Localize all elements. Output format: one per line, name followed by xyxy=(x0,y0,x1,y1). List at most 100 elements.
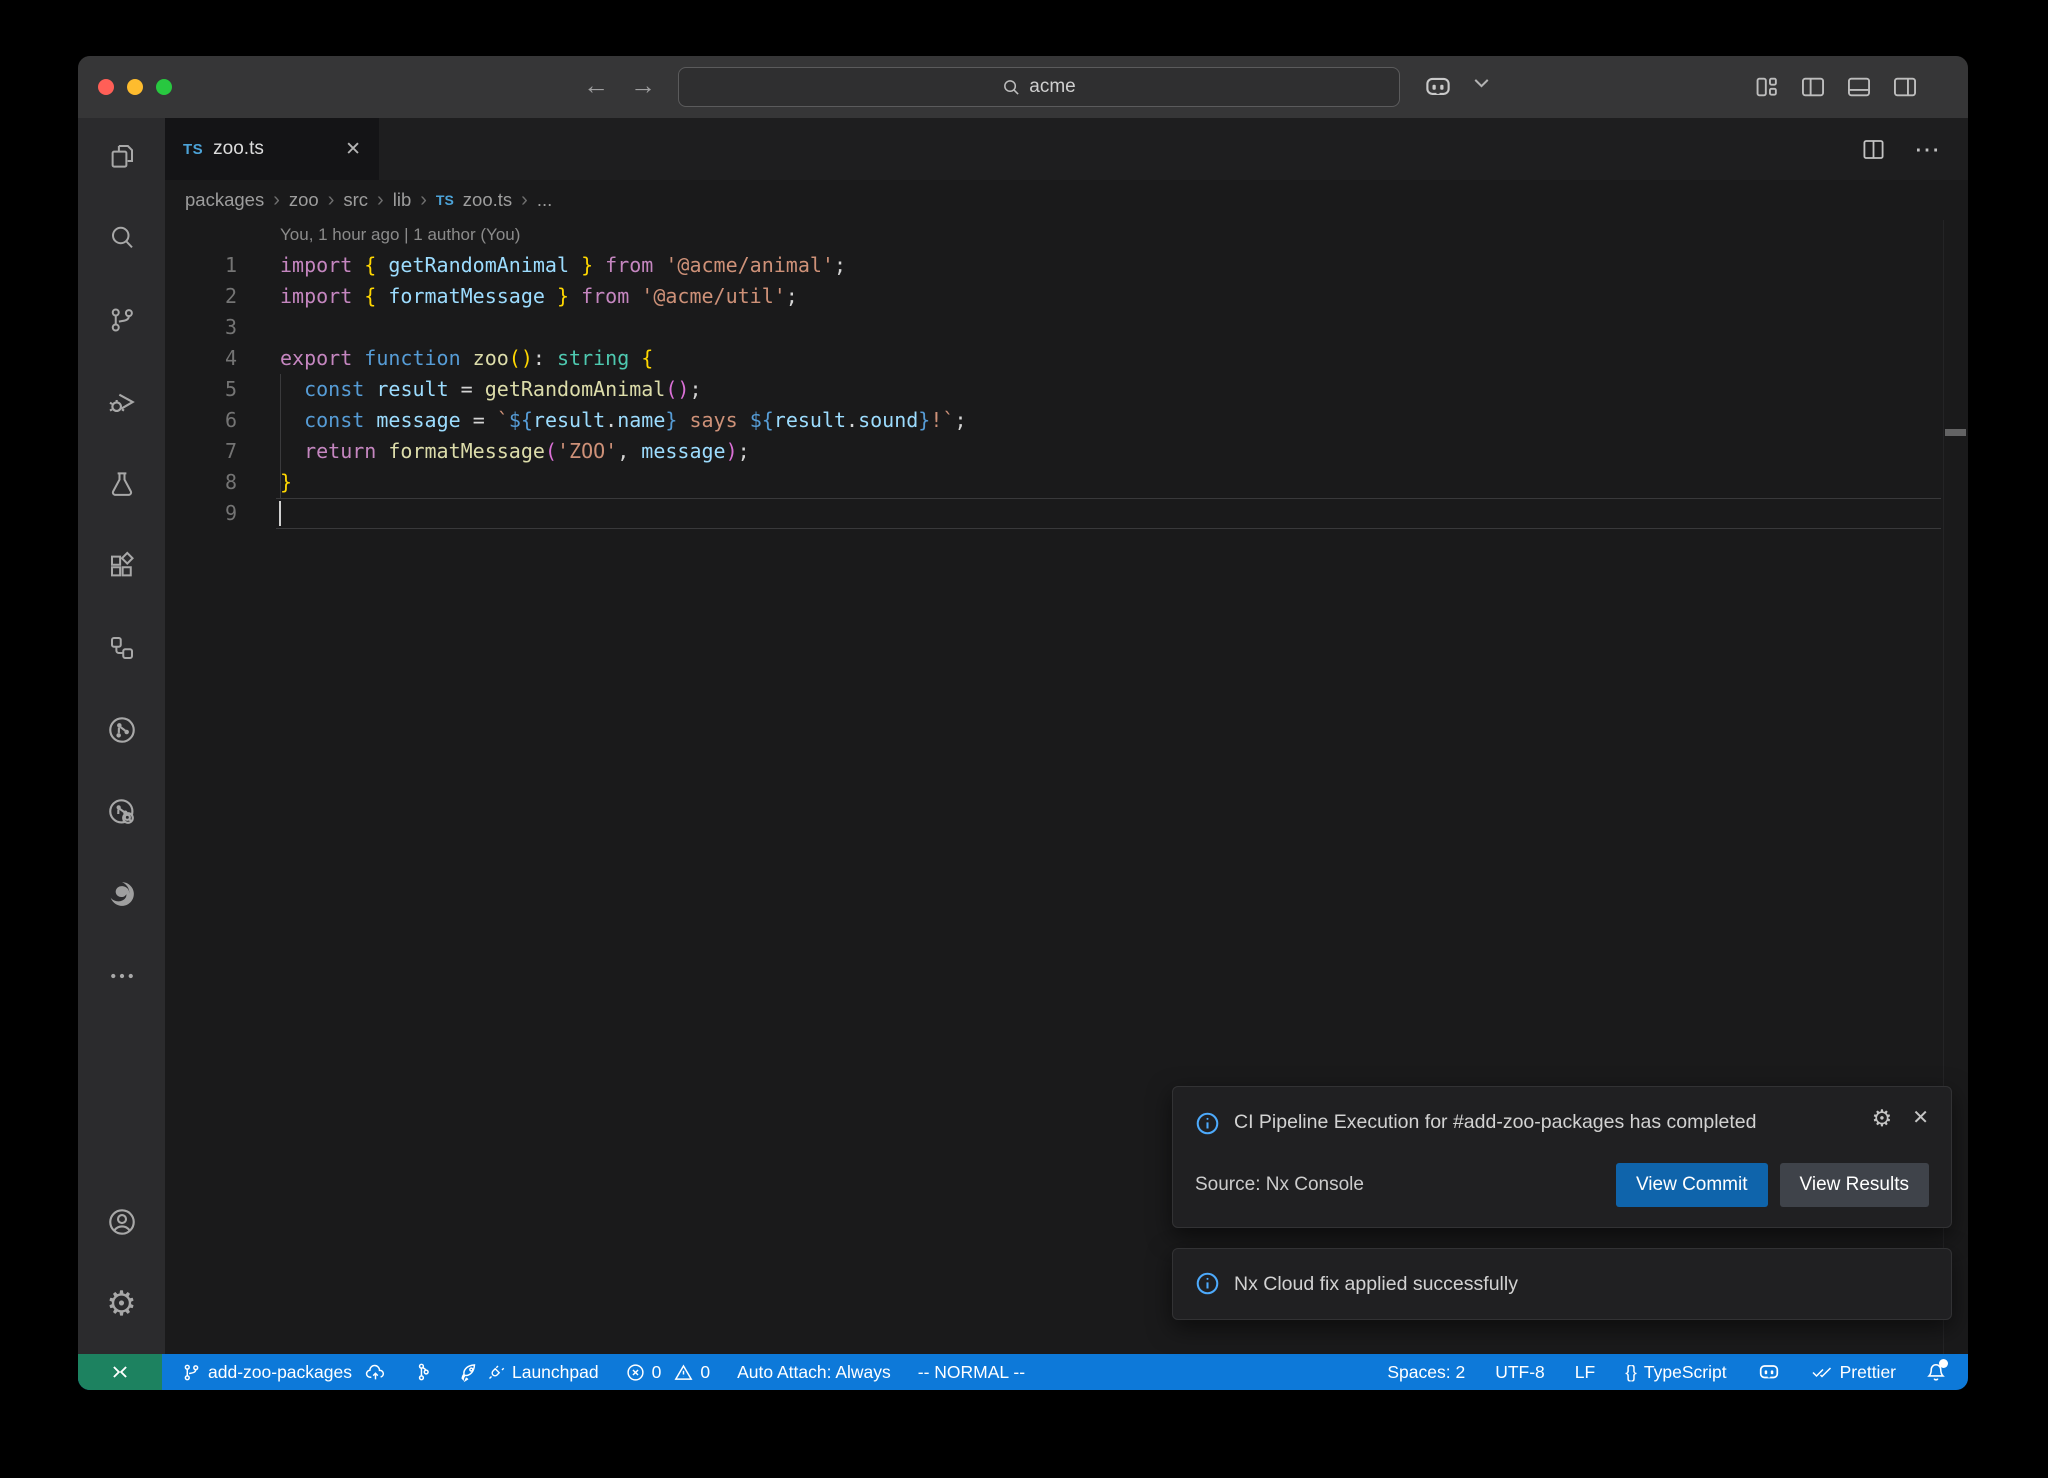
warning-triangle-icon xyxy=(674,1363,693,1382)
breadcrumb-item[interactable]: lib xyxy=(393,189,412,211)
breadcrumb-file[interactable]: zoo.ts xyxy=(463,189,512,211)
remote-indicator[interactable] xyxy=(78,1354,162,1390)
eol-status[interactable]: LF xyxy=(1575,1362,1595,1383)
line-number: 4 xyxy=(165,343,237,374)
copilot-icon[interactable] xyxy=(1423,72,1453,102)
code-line-6[interactable]: 6 const message = `${result.name} says $… xyxy=(165,405,1968,436)
vim-mode-label: -- NORMAL -- xyxy=(918,1362,1025,1383)
auto-attach-status[interactable]: Auto Attach: Always xyxy=(737,1362,891,1383)
notification-ci-pipeline[interactable]: CI Pipeline Execution for #add-zoo-packa… xyxy=(1172,1086,1952,1228)
typescript-file-icon: TS xyxy=(183,141,203,158)
account-icon[interactable] xyxy=(98,1198,146,1246)
language-mode-status[interactable]: {} TypeScript xyxy=(1625,1362,1726,1383)
zoom-window-button[interactable] xyxy=(156,79,172,95)
customize-layout-icon[interactable] xyxy=(1754,74,1780,100)
copilot-status[interactable] xyxy=(1757,1360,1781,1384)
edge-browser-icon[interactable] xyxy=(98,870,146,918)
code-text: return formatMessage('ZOO', message); xyxy=(237,436,750,467)
testing-beaker-icon[interactable] xyxy=(98,460,146,508)
close-tab-icon[interactable]: ✕ xyxy=(345,138,361,161)
launchpad-label: Launchpad xyxy=(512,1362,599,1383)
toggle-secondary-sidebar-icon[interactable] xyxy=(1892,74,1918,100)
breadcrumb-item[interactable]: packages xyxy=(185,189,264,211)
problems-status[interactable]: 0 0 xyxy=(626,1362,710,1383)
typescript-file-icon: TS xyxy=(436,192,454,208)
copilot-icon xyxy=(1757,1360,1781,1384)
vscode-window: ← → acme xyxy=(78,56,1968,1390)
info-icon xyxy=(1195,1271,1220,1296)
breadcrumb-separator: › xyxy=(521,189,528,212)
current-line-highlight xyxy=(276,498,1941,529)
warning-count: 0 xyxy=(700,1362,710,1383)
status-bar: add-zoo-packages xyxy=(78,1354,1968,1390)
notifications-bell[interactable] xyxy=(1926,1362,1946,1383)
breadcrumb-separator: › xyxy=(377,189,384,212)
code-text: } xyxy=(237,467,292,498)
command-center-search[interactable]: acme xyxy=(678,67,1400,107)
search-value: acme xyxy=(1029,76,1075,98)
code-line-4[interactable]: 4export function zoo(): string { xyxy=(165,343,1968,374)
window-controls xyxy=(98,79,172,95)
tab-zoo-ts[interactable]: TS zoo.ts ✕ xyxy=(165,118,379,180)
breadcrumb-symbol-more[interactable]: ... xyxy=(537,189,552,211)
line-number: 8 xyxy=(165,467,237,498)
notification-nx-cloud-fix[interactable]: Nx Cloud fix applied successfully xyxy=(1172,1248,1952,1320)
git-branch-status[interactable]: add-zoo-packages xyxy=(182,1362,386,1383)
branch-name: add-zoo-packages xyxy=(208,1362,352,1383)
breadcrumb-separator: › xyxy=(273,189,280,212)
view-results-button[interactable]: View Results xyxy=(1780,1163,1929,1207)
toggle-primary-sidebar-icon[interactable] xyxy=(1800,74,1826,100)
breadcrumb-item[interactable]: zoo xyxy=(289,189,319,211)
notification-close-icon[interactable]: ✕ xyxy=(1912,1108,1929,1128)
code-line-8[interactable]: 8} xyxy=(165,467,1968,498)
formatter-status[interactable]: Prettier xyxy=(1811,1362,1896,1383)
double-check-icon xyxy=(1811,1363,1833,1381)
back-arrow-icon[interactable]: ← xyxy=(583,70,609,101)
toggle-panel-icon[interactable] xyxy=(1846,74,1872,100)
error-count: 0 xyxy=(652,1362,662,1383)
git-branch-icon xyxy=(182,1363,201,1382)
vim-mode-status[interactable]: -- NORMAL -- xyxy=(918,1362,1025,1383)
view-commit-button[interactable]: View Commit xyxy=(1616,1163,1768,1207)
minimize-window-button[interactable] xyxy=(127,79,143,95)
search-sidebar-icon[interactable] xyxy=(98,214,146,262)
forward-arrow-icon[interactable]: → xyxy=(630,70,656,101)
settings-gear-icon[interactable]: ⚙ xyxy=(98,1280,146,1328)
chevron-down-icon[interactable] xyxy=(1474,78,1489,88)
code-line-3[interactable]: 3 xyxy=(165,312,1968,343)
code-text: const message = `${result.name} says ${r… xyxy=(237,405,966,436)
run-and-debug-icon[interactable] xyxy=(98,378,146,426)
eol-label: LF xyxy=(1575,1362,1595,1383)
git-blame-annotation: You, 1 hour ago | 1 author (You) xyxy=(165,220,1968,250)
extensions-icon[interactable] xyxy=(98,542,146,590)
code-text: export function zoo(): string { xyxy=(237,343,653,374)
nx-cloud-icon[interactable] xyxy=(98,788,146,836)
explorer-icon[interactable] xyxy=(98,132,146,180)
info-icon xyxy=(1195,1111,1220,1136)
project-details-icon[interactable] xyxy=(98,624,146,672)
code-line-1[interactable]: 1import { getRandomAnimal } from '@acme/… xyxy=(165,250,1968,281)
search-icon xyxy=(1002,78,1021,97)
indentation-status[interactable]: Spaces: 2 xyxy=(1387,1362,1465,1383)
formatter-label: Prettier xyxy=(1840,1362,1896,1383)
encoding-status[interactable]: UTF-8 xyxy=(1495,1362,1545,1383)
line-number: 5 xyxy=(165,374,237,405)
launchpad-status[interactable]: Launchpad xyxy=(459,1362,599,1383)
code-line-2[interactable]: 2import { formatMessage } from '@acme/ut… xyxy=(165,281,1968,312)
code-text xyxy=(237,498,280,529)
breadcrumb-item[interactable]: src xyxy=(343,189,368,211)
source-control-graph-status[interactable] xyxy=(413,1362,432,1382)
notification-settings-icon[interactable]: ⚙ xyxy=(1872,1107,1893,1130)
remote-indicator-icon xyxy=(110,1362,130,1382)
split-editor-icon[interactable] xyxy=(1861,137,1886,162)
source-control-icon[interactable] xyxy=(98,296,146,344)
code-line-5[interactable]: 5 const result = getRandomAnimal(); xyxy=(165,374,1968,405)
close-window-button[interactable] xyxy=(98,79,114,95)
notification-toasts: CI Pipeline Execution for #add-zoo-packa… xyxy=(1172,1086,1952,1320)
more-actions-icon[interactable]: ⋯ xyxy=(1914,134,1942,165)
code-text: import { formatMessage } from '@acme/uti… xyxy=(237,281,798,312)
code-text xyxy=(237,312,280,343)
code-line-7[interactable]: 7 return formatMessage('ZOO', message); xyxy=(165,436,1968,467)
nx-console-icon[interactable] xyxy=(98,706,146,754)
more-views-icon[interactable] xyxy=(98,952,146,1000)
